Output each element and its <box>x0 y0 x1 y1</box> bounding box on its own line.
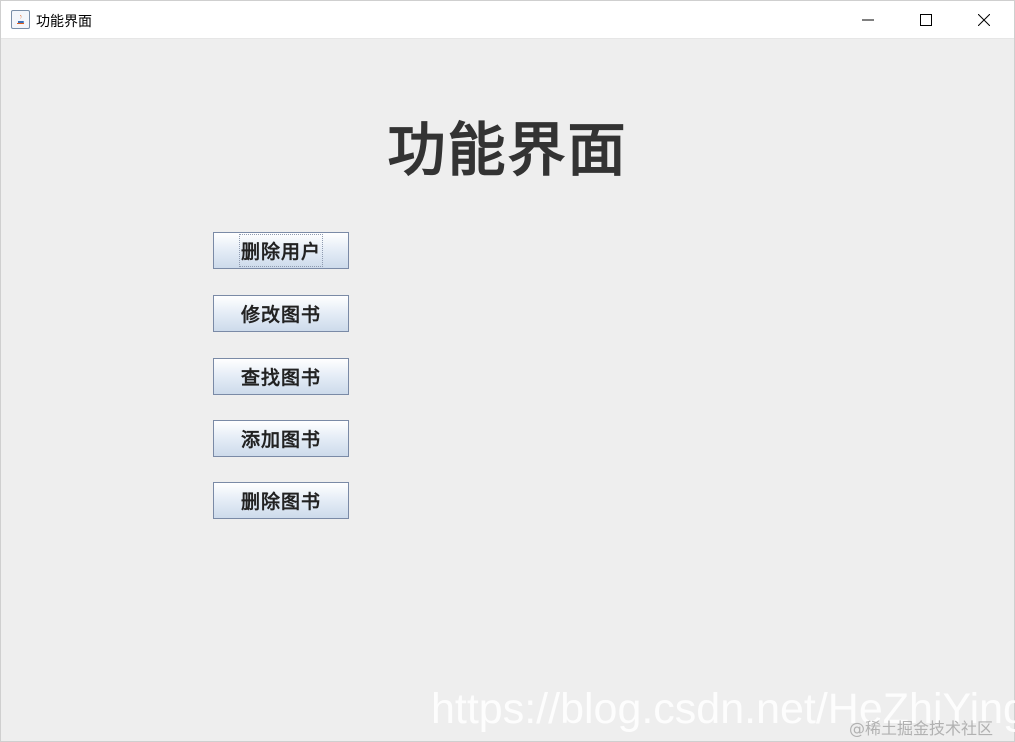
minimize-icon <box>862 19 874 20</box>
close-icon <box>978 13 990 26</box>
title-bar[interactable]: 功能界面 <box>1 1 1014 39</box>
button-label: 添加图书 <box>240 429 321 451</box>
modify-book-button[interactable]: 修改图书 <box>213 295 349 332</box>
find-book-button[interactable]: 查找图书 <box>213 358 349 395</box>
window-title: 功能界面 <box>36 14 92 30</box>
maximize-icon <box>920 13 932 26</box>
button-label: 删除用户 <box>238 234 324 267</box>
maximize-button[interactable] <box>897 1 955 38</box>
add-book-button[interactable]: 添加图书 <box>213 420 349 457</box>
delete-book-button[interactable]: 删除图书 <box>213 482 349 519</box>
minimize-button[interactable] <box>839 1 897 38</box>
page-heading: 功能界面 <box>387 116 628 184</box>
app-window: 功能界面 功能界面 删除用户 修改图书 查找图书 添加图书 删除图书 https… <box>0 0 1015 742</box>
delete-user-button[interactable]: 删除用户 <box>213 232 349 269</box>
close-button[interactable] <box>955 1 1013 38</box>
button-label: 查找图书 <box>240 367 321 389</box>
watermark-site: @稀土掘金技术社区 <box>849 719 994 738</box>
button-label: 删除图书 <box>240 491 321 513</box>
java-icon <box>11 10 30 29</box>
button-label: 修改图书 <box>240 304 321 326</box>
